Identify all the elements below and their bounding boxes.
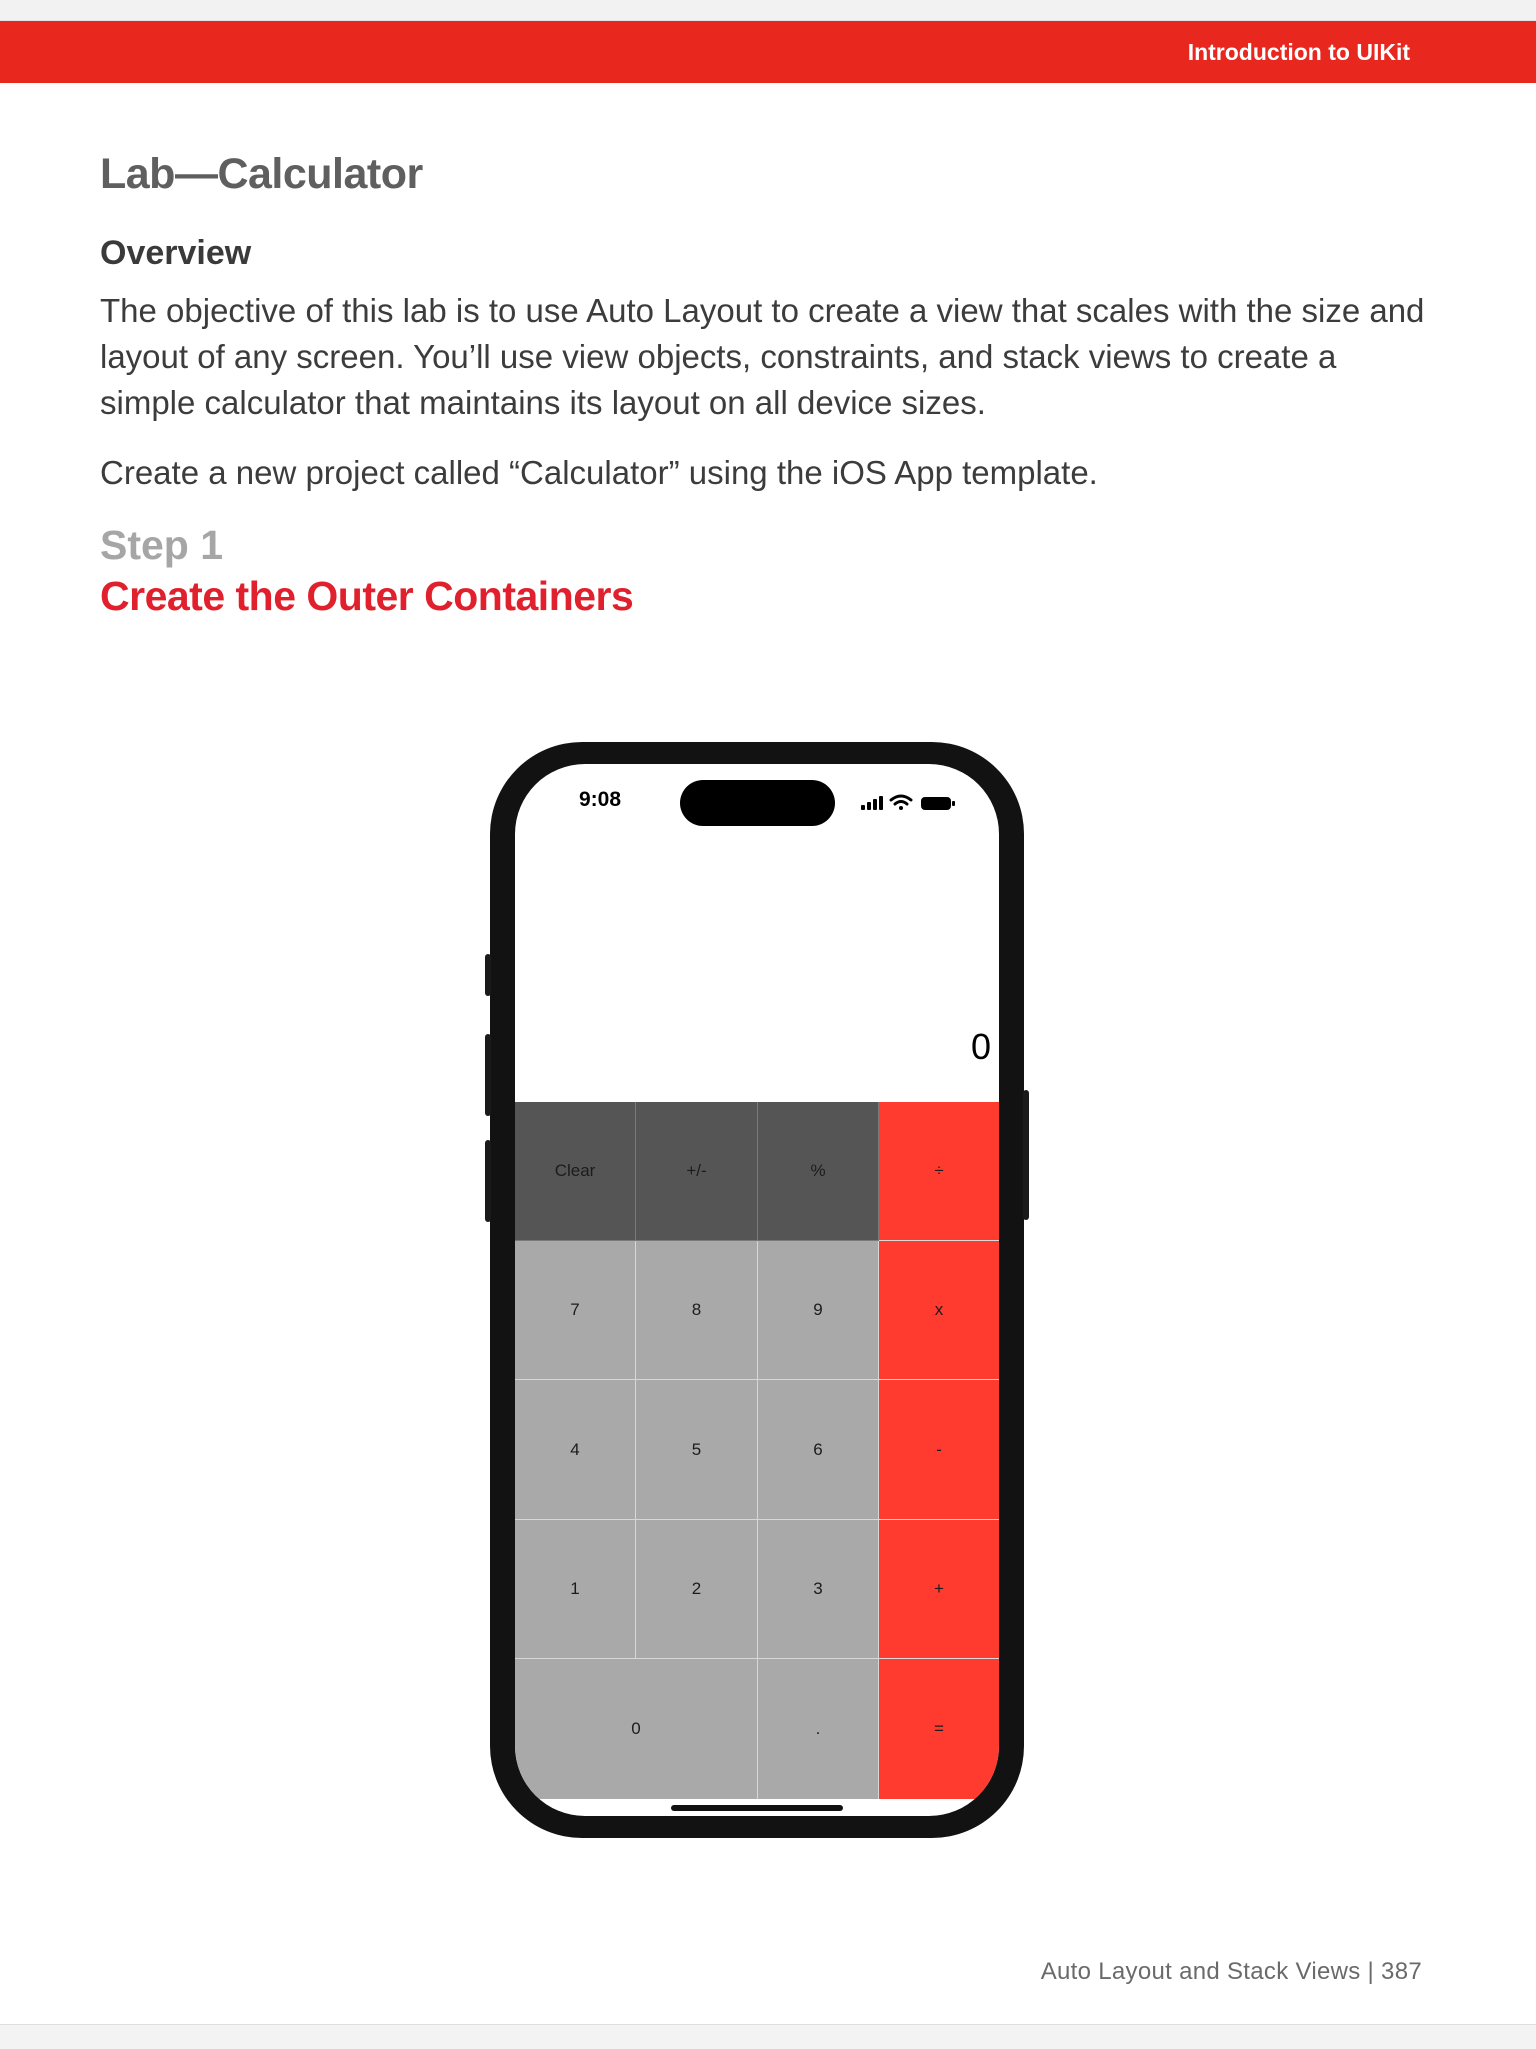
digit-8-button[interactable]: 8 <box>636 1241 758 1380</box>
volume-down-button <box>485 1140 491 1222</box>
clear-button[interactable]: Clear <box>515 1102 636 1241</box>
volume-up-button <box>485 1034 491 1116</box>
power-button <box>1023 1090 1029 1220</box>
top-edge <box>0 0 1536 21</box>
digit-2-button[interactable]: 2 <box>636 1520 758 1659</box>
calculator-keypad: Clear +/- % ÷ 7 8 9 x 4 5 6 - 1 2 3 + 0 … <box>515 1102 999 1799</box>
digit-4-button[interactable]: 4 <box>515 1380 636 1520</box>
digit-3-button[interactable]: 3 <box>758 1520 879 1659</box>
divide-button[interactable]: ÷ <box>879 1102 999 1241</box>
minus-button[interactable]: - <box>879 1380 999 1520</box>
equals-button[interactable]: = <box>879 1659 999 1799</box>
bottom-edge <box>0 2024 1536 2049</box>
create-project-text: Create a new project called “Calculator”… <box>100 454 1098 491</box>
decimal-button[interactable]: . <box>758 1659 879 1799</box>
step-title: Create the Outer Containers <box>100 573 634 619</box>
iphone-mockup: 9:08 0 Clear +/- % ÷ 7 8 9 x 4 5 6 - 1 2… <box>485 742 1029 1838</box>
calculator-display: 0 <box>970 1026 991 1067</box>
status-time: 9:08 <box>578 788 622 811</box>
overview-text: The objective of this lab is to use Auto… <box>100 292 1425 421</box>
lab-title: Lab—Calculator <box>100 150 423 198</box>
percent-button[interactable]: % <box>758 1102 879 1241</box>
dynamic-island <box>680 780 835 826</box>
digit-7-button[interactable]: 7 <box>515 1241 636 1380</box>
digit-5-button[interactable]: 5 <box>636 1380 758 1520</box>
plus-button[interactable]: + <box>879 1520 999 1659</box>
step-label: Step 1 <box>100 522 224 568</box>
digit-9-button[interactable]: 9 <box>758 1241 879 1380</box>
home-indicator <box>671 1805 843 1811</box>
overview-heading: Overview <box>100 234 252 272</box>
wifi-icon <box>889 794 913 810</box>
digit-6-button[interactable]: 6 <box>758 1380 879 1520</box>
page-footer: Auto Layout and Stack Views | 387 <box>1040 1958 1422 1985</box>
digit-0-button[interactable]: 0 <box>515 1659 758 1799</box>
digit-1-button[interactable]: 1 <box>515 1520 636 1659</box>
header-bar: Introduction to UIKit <box>0 21 1536 83</box>
multiply-button[interactable]: x <box>879 1241 999 1380</box>
phone-screen: 9:08 0 Clear +/- % ÷ 7 8 9 x 4 5 6 - 1 2… <box>515 764 999 1816</box>
sign-toggle-button[interactable]: +/- <box>636 1102 758 1241</box>
header-title: Introduction to UIKit <box>1187 39 1410 65</box>
status-icons <box>861 794 955 810</box>
action-button <box>485 954 491 996</box>
battery-icon <box>921 797 955 810</box>
signal-icon <box>861 796 883 810</box>
